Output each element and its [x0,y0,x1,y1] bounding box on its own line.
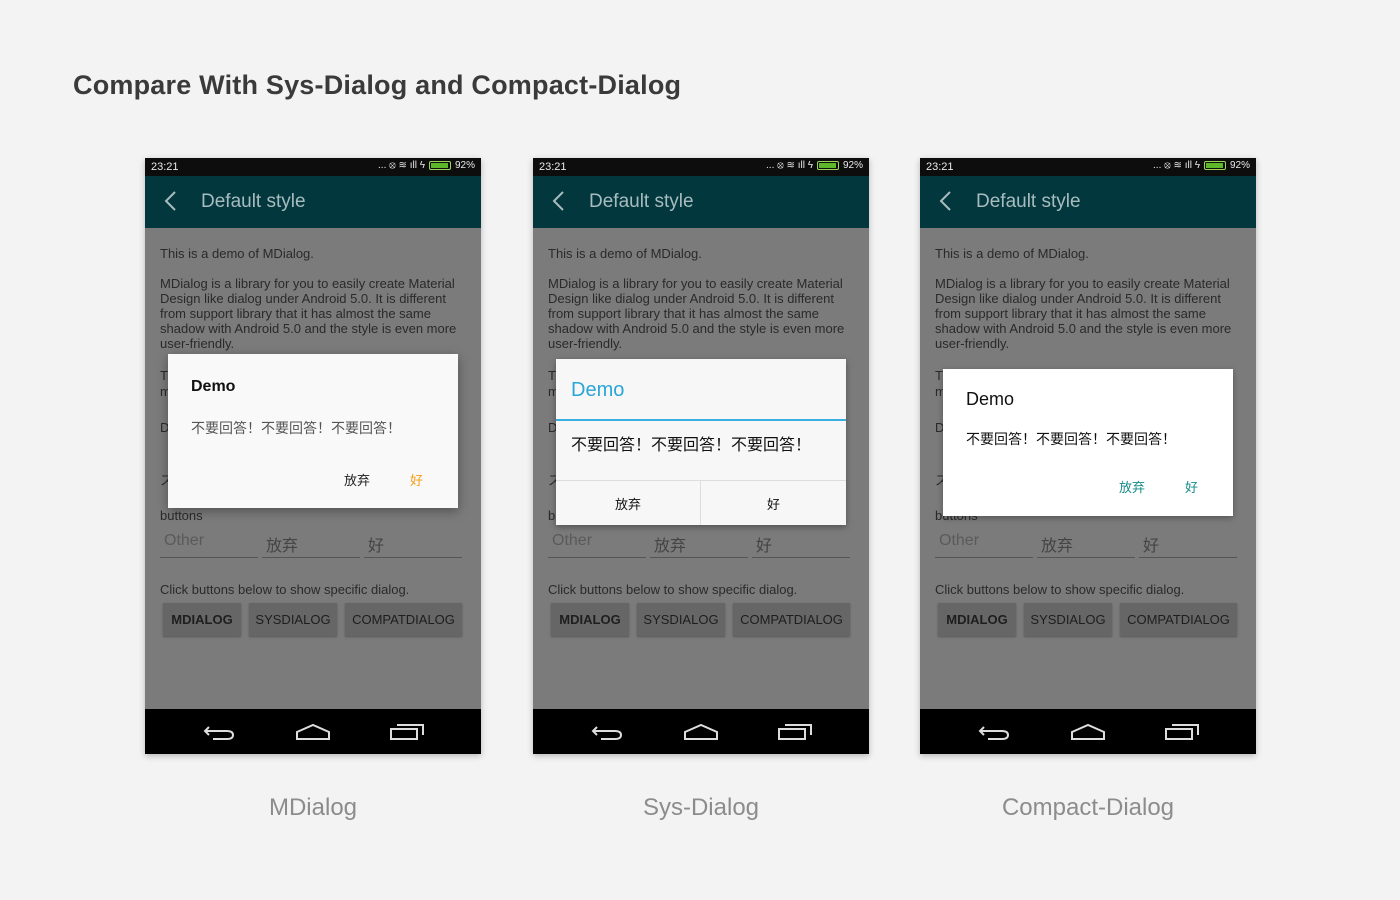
home-nav-icon[interactable] [295,723,331,741]
nav-bar [920,709,1256,754]
battery-icon [1203,161,1226,170]
dialog-positive-button[interactable]: 好 [701,481,846,525]
compatdialog-button[interactable]: COMPATDIALOG [345,603,462,636]
sys-dialog: Demo 不要回答！不要回答！不要回答！ 放弃 好 [556,359,846,525]
status-signal-icons: ... ⦻ ≋ ıll ϟ [378,160,425,171]
toolbar: Default style [533,176,869,228]
dialog-message: 不要回答！不要回答！不要回答！ [571,437,812,454]
caption-sysdialog: Sys-Dialog [642,794,760,821]
dialog-positive-button[interactable]: 好 [410,470,423,489]
back-arrow-icon[interactable] [938,190,954,212]
battery-icon [428,161,451,170]
battery-level: 92% [1229,160,1250,171]
intro-text: This is a demo of MDialog. [548,246,702,261]
toolbar-title: Default style [976,191,1081,212]
status-icons: ... ⦻ ≋ ıll ϟ 92% [1153,160,1250,171]
page-title: Compare With Sys-Dialog and Compact-Dial… [73,70,682,100]
toolbar-title: Default style [589,191,694,212]
status-icons: ... ⦻ ≋ ıll ϟ 92% [766,160,863,171]
status-bar: 23:21 ... ⦻ ≋ ıll ϟ 92% [145,158,481,176]
mdialog-button[interactable]: MDIALOG [938,603,1016,636]
dialog-negative-button[interactable]: 放弃 [1119,477,1145,496]
dialog-message: 不要回答！不要回答！不要回答！ [966,431,1176,447]
back-nav-icon[interactable] [203,723,235,741]
mdialog-dialog: Demo 不要回答！不要回答！不要回答！ 放弃 好 [168,354,458,508]
other-field[interactable]: Other [548,532,646,558]
sysdialog-button[interactable]: SYSDIALOG [249,603,337,636]
status-bar: 23:21 ... ⦻ ≋ ıll ϟ 92% [533,158,869,176]
home-nav-icon[interactable] [1070,723,1106,741]
battery-level: 92% [454,160,475,171]
hidden-text-fragment: T [160,368,168,383]
positive-field[interactable]: 好 [752,532,850,558]
dialog-title: Demo [571,379,625,401]
home-nav-icon[interactable] [683,723,719,741]
positive-field[interactable]: 好 [364,532,462,558]
description-text: MDialog is a library for you to easily c… [548,276,845,351]
battery-icon [816,161,839,170]
other-field[interactable]: Other [935,532,1033,558]
status-signal-icons: ... ⦻ ≋ ıll ϟ [766,160,813,171]
status-time: 23:21 [539,161,567,173]
hidden-text-fragment: b [548,508,556,523]
recents-nav-icon[interactable] [777,723,813,741]
description-text: MDialog is a library for you to easily c… [160,276,457,351]
mdialog-button[interactable]: MDIALOG [163,603,241,636]
intro-text: This is a demo of MDialog. [935,246,1089,261]
back-arrow-icon[interactable] [551,190,567,212]
dialog-negative-button[interactable]: 放弃 [344,470,370,489]
phone-mdialog: 23:21 ... ⦻ ≋ ıll ϟ 92% Default style Th… [145,158,481,754]
dialog-message: 不要回答！不要回答！不要回答！ [191,420,401,436]
battery-level: 92% [842,160,863,171]
negative-field[interactable]: 放弃 [262,532,360,558]
hidden-text-fragment: buttons [160,508,203,523]
positive-field[interactable]: 好 [1139,532,1237,558]
mdialog-button[interactable]: MDIALOG [551,603,629,636]
hint-text: Click buttons below to show specific dia… [935,582,1185,597]
status-bar: 23:21 ... ⦻ ≋ ıll ϟ 92% [920,158,1256,176]
sysdialog-button[interactable]: SYSDIALOG [637,603,725,636]
caption-mdialog: MDialog [268,794,358,821]
status-time: 23:21 [151,161,179,173]
other-field[interactable]: Other [160,532,258,558]
caption-compatdialog: Compact-Dialog [1001,794,1175,821]
hidden-text-fragment: T [935,368,943,383]
dialog-negative-button[interactable]: 放弃 [556,481,700,525]
description-text: MDialog is a library for you to easily c… [935,276,1232,351]
back-nav-icon[interactable] [978,723,1010,741]
recents-nav-icon[interactable] [1164,723,1200,741]
status-icons: ... ⦻ ≋ ıll ϟ 92% [378,160,475,171]
hint-text: Click buttons below to show specific dia… [160,582,410,597]
status-time: 23:21 [926,161,954,173]
recents-nav-icon[interactable] [389,723,425,741]
phone-compatdialog: 23:21 ... ⦻ ≋ ıll ϟ 92% Default style Th… [920,158,1256,754]
back-nav-icon[interactable] [591,723,623,741]
toolbar: Default style [920,176,1256,228]
phone-sysdialog: 23:21 ... ⦻ ≋ ıll ϟ 92% Default style Th… [533,158,869,754]
hint-text: Click buttons below to show specific dia… [548,582,798,597]
nav-bar [533,709,869,754]
negative-field[interactable]: 放弃 [650,532,748,558]
toolbar-title: Default style [201,191,306,212]
toolbar: Default style [145,176,481,228]
dialog-title: Demo [966,389,1015,409]
compatdialog-button[interactable]: COMPATDIALOG [733,603,850,636]
negative-field[interactable]: 放弃 [1037,532,1135,558]
compatdialog-button[interactable]: COMPATDIALOG [1120,603,1237,636]
intro-text: This is a demo of MDialog. [160,246,314,261]
hidden-text-fragment: T [548,368,556,383]
back-arrow-icon[interactable] [163,190,179,212]
dialog-positive-button[interactable]: 好 [1185,477,1198,496]
dialog-title-divider [556,419,846,421]
sysdialog-button[interactable]: SYSDIALOG [1024,603,1112,636]
compat-dialog: Demo 不要回答！不要回答！不要回答！ 放弃 好 [943,369,1233,516]
status-signal-icons: ... ⦻ ≋ ıll ϟ [1153,160,1200,171]
nav-bar [145,709,481,754]
dialog-title: Demo [191,378,236,395]
